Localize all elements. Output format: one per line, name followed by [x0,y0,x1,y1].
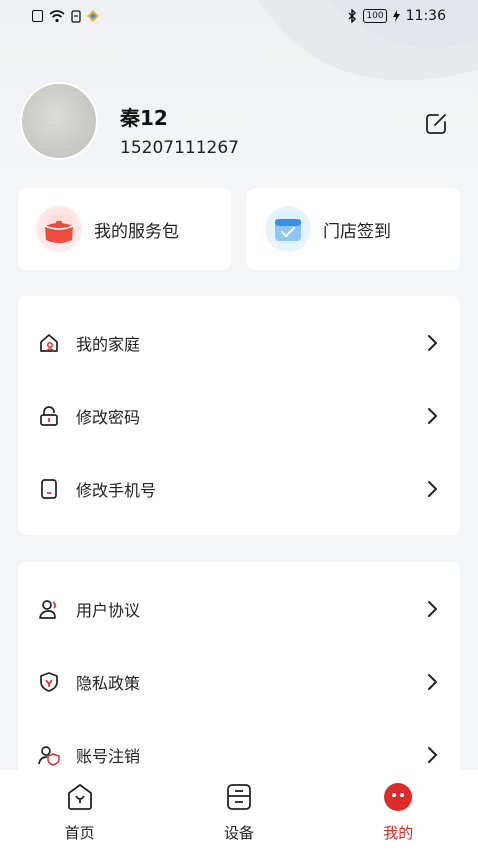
store-checkin-label: 门店签到 [323,221,391,242]
tab-devices[interactable]: 设备 [179,782,299,843]
menu-item-change-password[interactable]: 修改密码 [18,379,460,452]
edit-profile-icon[interactable] [424,112,448,136]
menu-label-change-password: 修改密码 [76,407,141,427]
menu-label-privacy-policy: 隐私政策 [76,673,141,693]
service-package-card[interactable]: 我的服务包 [18,188,231,270]
tab-devices-label: 设备 [223,824,254,842]
service-package-icon [36,206,82,252]
tab-mine-label: 我的 [383,824,414,842]
chevron-right-icon [428,480,438,497]
menu-item-my-family[interactable]: 我的家庭 [18,306,460,379]
wifi-icon [49,9,65,22]
chevron-right-icon [428,673,438,690]
bottom-tab-bar: 首页 设备 我的 [0,770,478,850]
store-checkin-card[interactable]: 门店签到 [247,188,460,270]
tab-mine[interactable]: 我的 [338,782,458,843]
menu-item-privacy-policy[interactable]: 隐私政策 [18,645,460,718]
chevron-right-icon [428,407,438,424]
menu-label-change-phone: 修改手机号 [76,480,157,500]
user-name: 秦12 [120,106,168,130]
tab-home[interactable]: 首页 [20,782,140,843]
phone-icon [38,478,60,500]
menu-label-my-family: 我的家庭 [76,334,141,354]
account-cancel-icon [38,744,60,766]
sim-icon [71,9,81,23]
chevron-right-icon [428,600,438,617]
app-notification-icon [87,10,99,22]
home-tab-icon [65,782,95,812]
chevron-right-icon [428,746,438,763]
charging-icon [392,10,400,22]
menu-item-change-phone[interactable]: 修改手机号 [18,452,460,525]
profile-tab-icon [383,782,413,812]
bluetooth-icon [348,9,357,23]
menu-label-account-cancel: 账号注销 [76,746,141,766]
menu-item-user-agreement[interactable]: 用户协议 [18,572,460,645]
legal-menu-group: 用户协议 隐私政策 账号注销 [18,562,460,782]
lock-icon [38,405,60,427]
menu-label-user-agreement: 用户协议 [76,600,141,620]
user-agreement-icon [38,598,60,620]
notification-icon [32,10,43,22]
chevron-right-icon [428,334,438,351]
privacy-shield-icon [38,671,60,693]
user-phone: 15207111267 [120,138,239,158]
profile-header: 秦12 15207111267 [20,82,460,162]
service-package-label: 我的服务包 [94,221,179,242]
status-bar: 100 11:36 [0,0,478,32]
tab-home-label: 首页 [64,824,95,842]
device-tab-icon [224,782,254,812]
battery-indicator: 100 [363,9,387,23]
status-time: 11:36 [405,8,446,24]
avatar[interactable] [20,82,98,160]
home-icon [38,332,60,354]
store-checkin-icon [265,206,311,252]
account-menu-group: 我的家庭 修改密码 修改手机号 [18,296,460,535]
